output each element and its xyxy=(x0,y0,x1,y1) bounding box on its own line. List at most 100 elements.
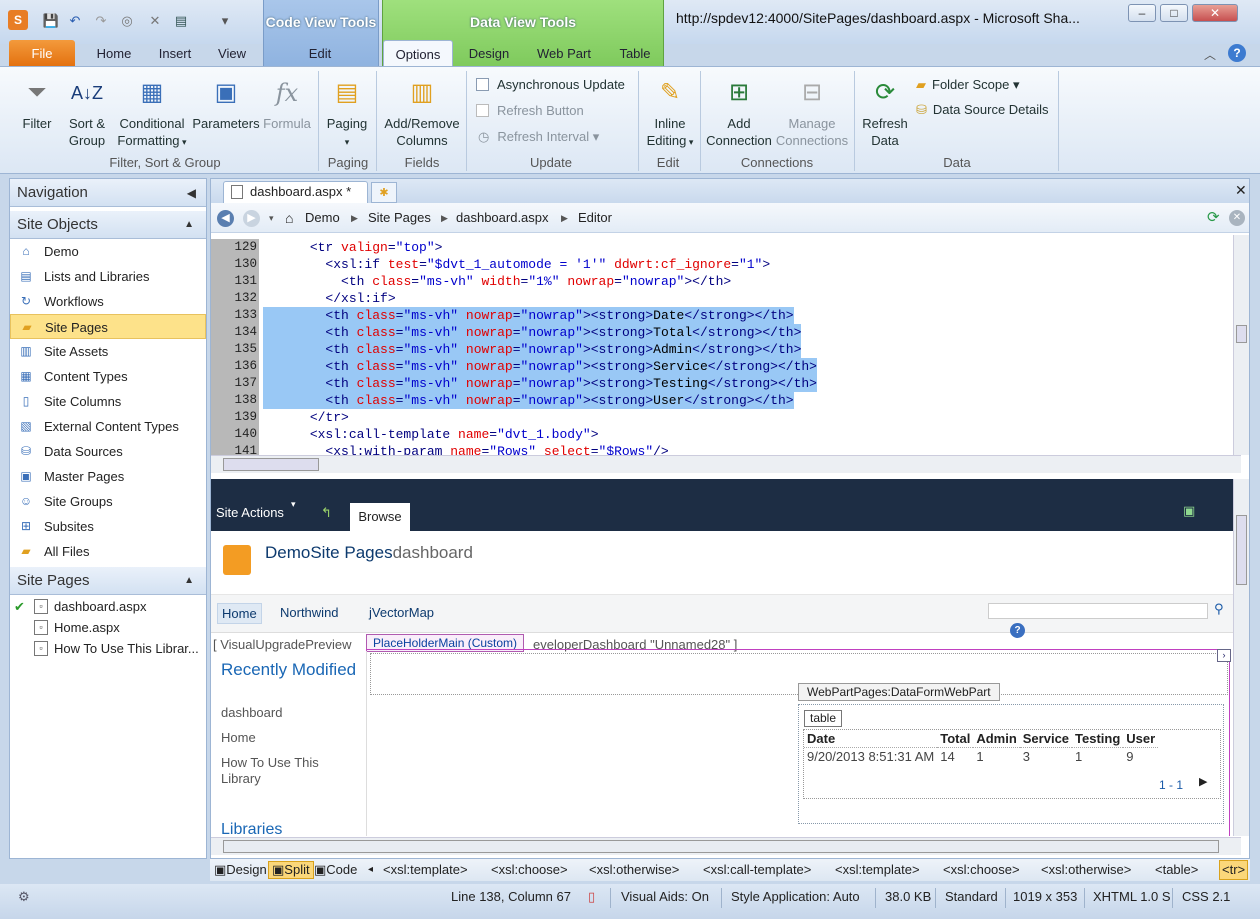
customize-qat-icon[interactable]: ▾ xyxy=(216,12,234,30)
scroll-thumb[interactable] xyxy=(223,840,1219,853)
nav-jvectormap[interactable]: jVectorMap xyxy=(369,605,434,620)
filter-button[interactable]: ⏷ Filter xyxy=(14,73,60,132)
browse-tab[interactable]: Browse xyxy=(350,503,410,531)
tag-crumb[interactable]: <xsl:choose> xyxy=(491,859,568,881)
sort-group-button[interactable]: A↓Z Sort & Group xyxy=(62,73,112,149)
collapse-section-icon[interactable]: ▲ xyxy=(184,211,194,239)
status-css[interactable]: CSS 2.1 xyxy=(1182,884,1230,910)
app-icon[interactable]: S xyxy=(8,10,28,30)
refresh-data-button[interactable]: ⟳ Refresh Data xyxy=(858,73,912,149)
tab-file[interactable]: File xyxy=(9,40,75,67)
data-table[interactable]: Date Total Admin Service Testing User 9/20/20… xyxy=(804,730,1159,766)
doc-tab-dashboard[interactable]: dashboard.aspx * xyxy=(223,181,368,203)
inline-editing-button[interactable]: ✎ Inline Editing ▾ xyxy=(642,73,698,151)
code-vertical-scrollbar[interactable] xyxy=(1233,235,1249,455)
status-visual-aids[interactable]: Visual Aids: On xyxy=(621,884,709,910)
add-remove-columns-button[interactable]: ▥ Add/Remove Columns xyxy=(380,73,464,149)
give-feedback-icon[interactable]: ▣ xyxy=(1183,503,1195,519)
tag-crumb[interactable]: <xsl:otherwise> xyxy=(1041,859,1131,881)
sidebar-item-site-assets[interactable]: ▥ Site Assets xyxy=(10,339,206,364)
table-cell[interactable]: 9/20/2013 8:51:31 AM xyxy=(804,748,937,766)
maximize-button[interactable]: □ xyxy=(1160,4,1188,22)
file-item-home[interactable]: ▫ Home.aspx xyxy=(10,617,206,638)
libraries-heading[interactable]: Libraries xyxy=(221,821,282,836)
file-item-dashboard[interactable]: ✔ ▫ dashboard.aspx xyxy=(10,596,206,617)
back-icon[interactable]: ◀ xyxy=(217,210,234,227)
recent-item[interactable]: Home xyxy=(221,730,256,745)
code-horizontal-scrollbar[interactable] xyxy=(211,455,1241,473)
sidebar-item-site-groups[interactable]: ☺ Site Groups xyxy=(10,489,206,514)
breadcrumb-file[interactable]: dashboard.aspx xyxy=(456,203,549,233)
scroll-thumb[interactable] xyxy=(223,458,319,471)
tab-view[interactable]: View xyxy=(210,40,254,67)
conditional-formatting-button[interactable]: ▦ Conditional Formatting ▾ xyxy=(114,73,190,151)
save-icon[interactable]: 💾 xyxy=(42,12,60,30)
async-update-checkbox[interactable]: Asynchronous Update xyxy=(476,75,625,95)
dataform-webpart[interactable]: table Date Total Admin Service Testing User 9… xyxy=(798,704,1224,824)
forward-icon[interactable]: ▶ xyxy=(243,210,260,227)
tab-web-part[interactable]: Web Part xyxy=(530,40,598,67)
close-button[interactable]: ✕ xyxy=(1192,4,1238,22)
table-tag[interactable]: table xyxy=(804,710,843,727)
status-mode[interactable]: Standard xyxy=(945,884,998,910)
search-input[interactable] xyxy=(988,603,1208,619)
sidebar-item-site-columns[interactable]: ▯ Site Columns xyxy=(10,389,206,414)
sidebar-item-content-types[interactable]: ▦ Content Types xyxy=(10,364,206,389)
breadcrumb-demo[interactable]: Demo xyxy=(305,203,340,233)
tab-home[interactable]: Home xyxy=(88,40,140,67)
sidebar-item-data-sources[interactable]: ⛁ Data Sources xyxy=(10,439,206,464)
collapse-pane-icon[interactable]: ◀ xyxy=(187,179,196,207)
refresh-interval-dropdown[interactable]: ◷ Refresh Interval ▾ xyxy=(478,127,599,147)
refresh-icon[interactable]: ◎ xyxy=(118,12,136,30)
site-pages-header[interactable]: Site Pages ▲ xyxy=(10,567,206,595)
design-view-button[interactable]: ▣Design xyxy=(214,859,267,881)
sidebar-item-external-content-types[interactable]: ▧ External Content Types xyxy=(10,414,206,439)
scroll-thumb[interactable] xyxy=(1236,325,1247,343)
formula-button[interactable]: fx Formula xyxy=(262,73,312,132)
close-doc-icon[interactable]: ✕ xyxy=(1235,182,1247,199)
nav-northwind[interactable]: Northwind xyxy=(280,605,339,620)
sidebar-item-all-files[interactable]: ▰ All Files xyxy=(10,539,206,564)
file-item-howto[interactable]: ▫ How To Use This Librar... xyxy=(10,638,206,659)
table-cell[interactable]: 9 xyxy=(1123,748,1158,766)
site-actions-dropdown-icon[interactable]: ▾ xyxy=(291,499,296,510)
nav-home[interactable]: Home xyxy=(217,603,262,624)
refresh-view-icon[interactable]: ⟳ xyxy=(1207,203,1220,233)
table-cell[interactable]: 3 xyxy=(1020,748,1072,766)
search-icon[interactable]: ⚲ xyxy=(1214,601,1224,617)
help-icon[interactable]: ? xyxy=(1010,623,1025,638)
scroll-thumb[interactable] xyxy=(1236,515,1247,585)
next-page-icon[interactable]: ▶ xyxy=(1199,775,1207,788)
status-dimensions[interactable]: 1019 x 353 xyxy=(1013,884,1077,910)
breadcrumb-editor[interactable]: Editor xyxy=(578,203,612,233)
status-doctype[interactable]: XHTML 1.0 S xyxy=(1093,884,1171,910)
minimize-button[interactable]: – xyxy=(1128,4,1156,22)
tab-table[interactable]: Table xyxy=(610,40,660,67)
sidebar-item-lists-and-libraries[interactable]: ▤ Lists and Libraries xyxy=(10,264,206,289)
sidebar-item-subsites[interactable]: ⊞ Subsites xyxy=(10,514,206,539)
sidebar-item-site-pages[interactable]: ▰ Site Pages xyxy=(10,314,206,339)
manage-connections-button[interactable]: ⊟ Manage Connections xyxy=(774,73,850,149)
tag-scroll-left-icon[interactable]: ◂ xyxy=(368,859,373,881)
design-vertical-scrollbar[interactable] xyxy=(1233,479,1249,836)
recent-item[interactable]: How To Use This Library xyxy=(221,755,351,787)
history-dropdown-icon[interactable]: ▾ xyxy=(269,203,274,233)
redo-icon[interactable]: ↷ xyxy=(92,12,110,30)
table-cell[interactable]: 1 xyxy=(1072,748,1123,766)
tab-options[interactable]: Options xyxy=(383,40,453,67)
tag-crumb[interactable]: <xsl:template> xyxy=(383,859,468,881)
refresh-button-checkbox[interactable]: Refresh Button xyxy=(476,101,584,121)
table-header-cell[interactable]: User xyxy=(1123,730,1159,748)
design-horizontal-scrollbar[interactable] xyxy=(211,837,1241,855)
table-cell[interactable]: 1 xyxy=(973,748,1019,766)
tag-crumb[interactable]: <xsl:otherwise> xyxy=(589,859,679,881)
code-view[interactable]: 129 <tr valign="top"> 130 <xsl:if test="$… xyxy=(211,235,1241,455)
tag-crumb[interactable]: <xsl:call-template> xyxy=(703,859,811,881)
page-error-icon[interactable]: ▯ xyxy=(588,884,595,910)
site-actions-menu[interactable]: Site Actions xyxy=(216,505,284,520)
page-title-site[interactable]: DemoSite Pages xyxy=(265,543,393,562)
preview-icon[interactable]: ▤ xyxy=(172,12,190,30)
table-header-cell[interactable]: Admin xyxy=(973,730,1020,748)
table-cell[interactable]: 14 xyxy=(937,748,973,766)
undo-icon[interactable]: ↶ xyxy=(66,12,84,30)
